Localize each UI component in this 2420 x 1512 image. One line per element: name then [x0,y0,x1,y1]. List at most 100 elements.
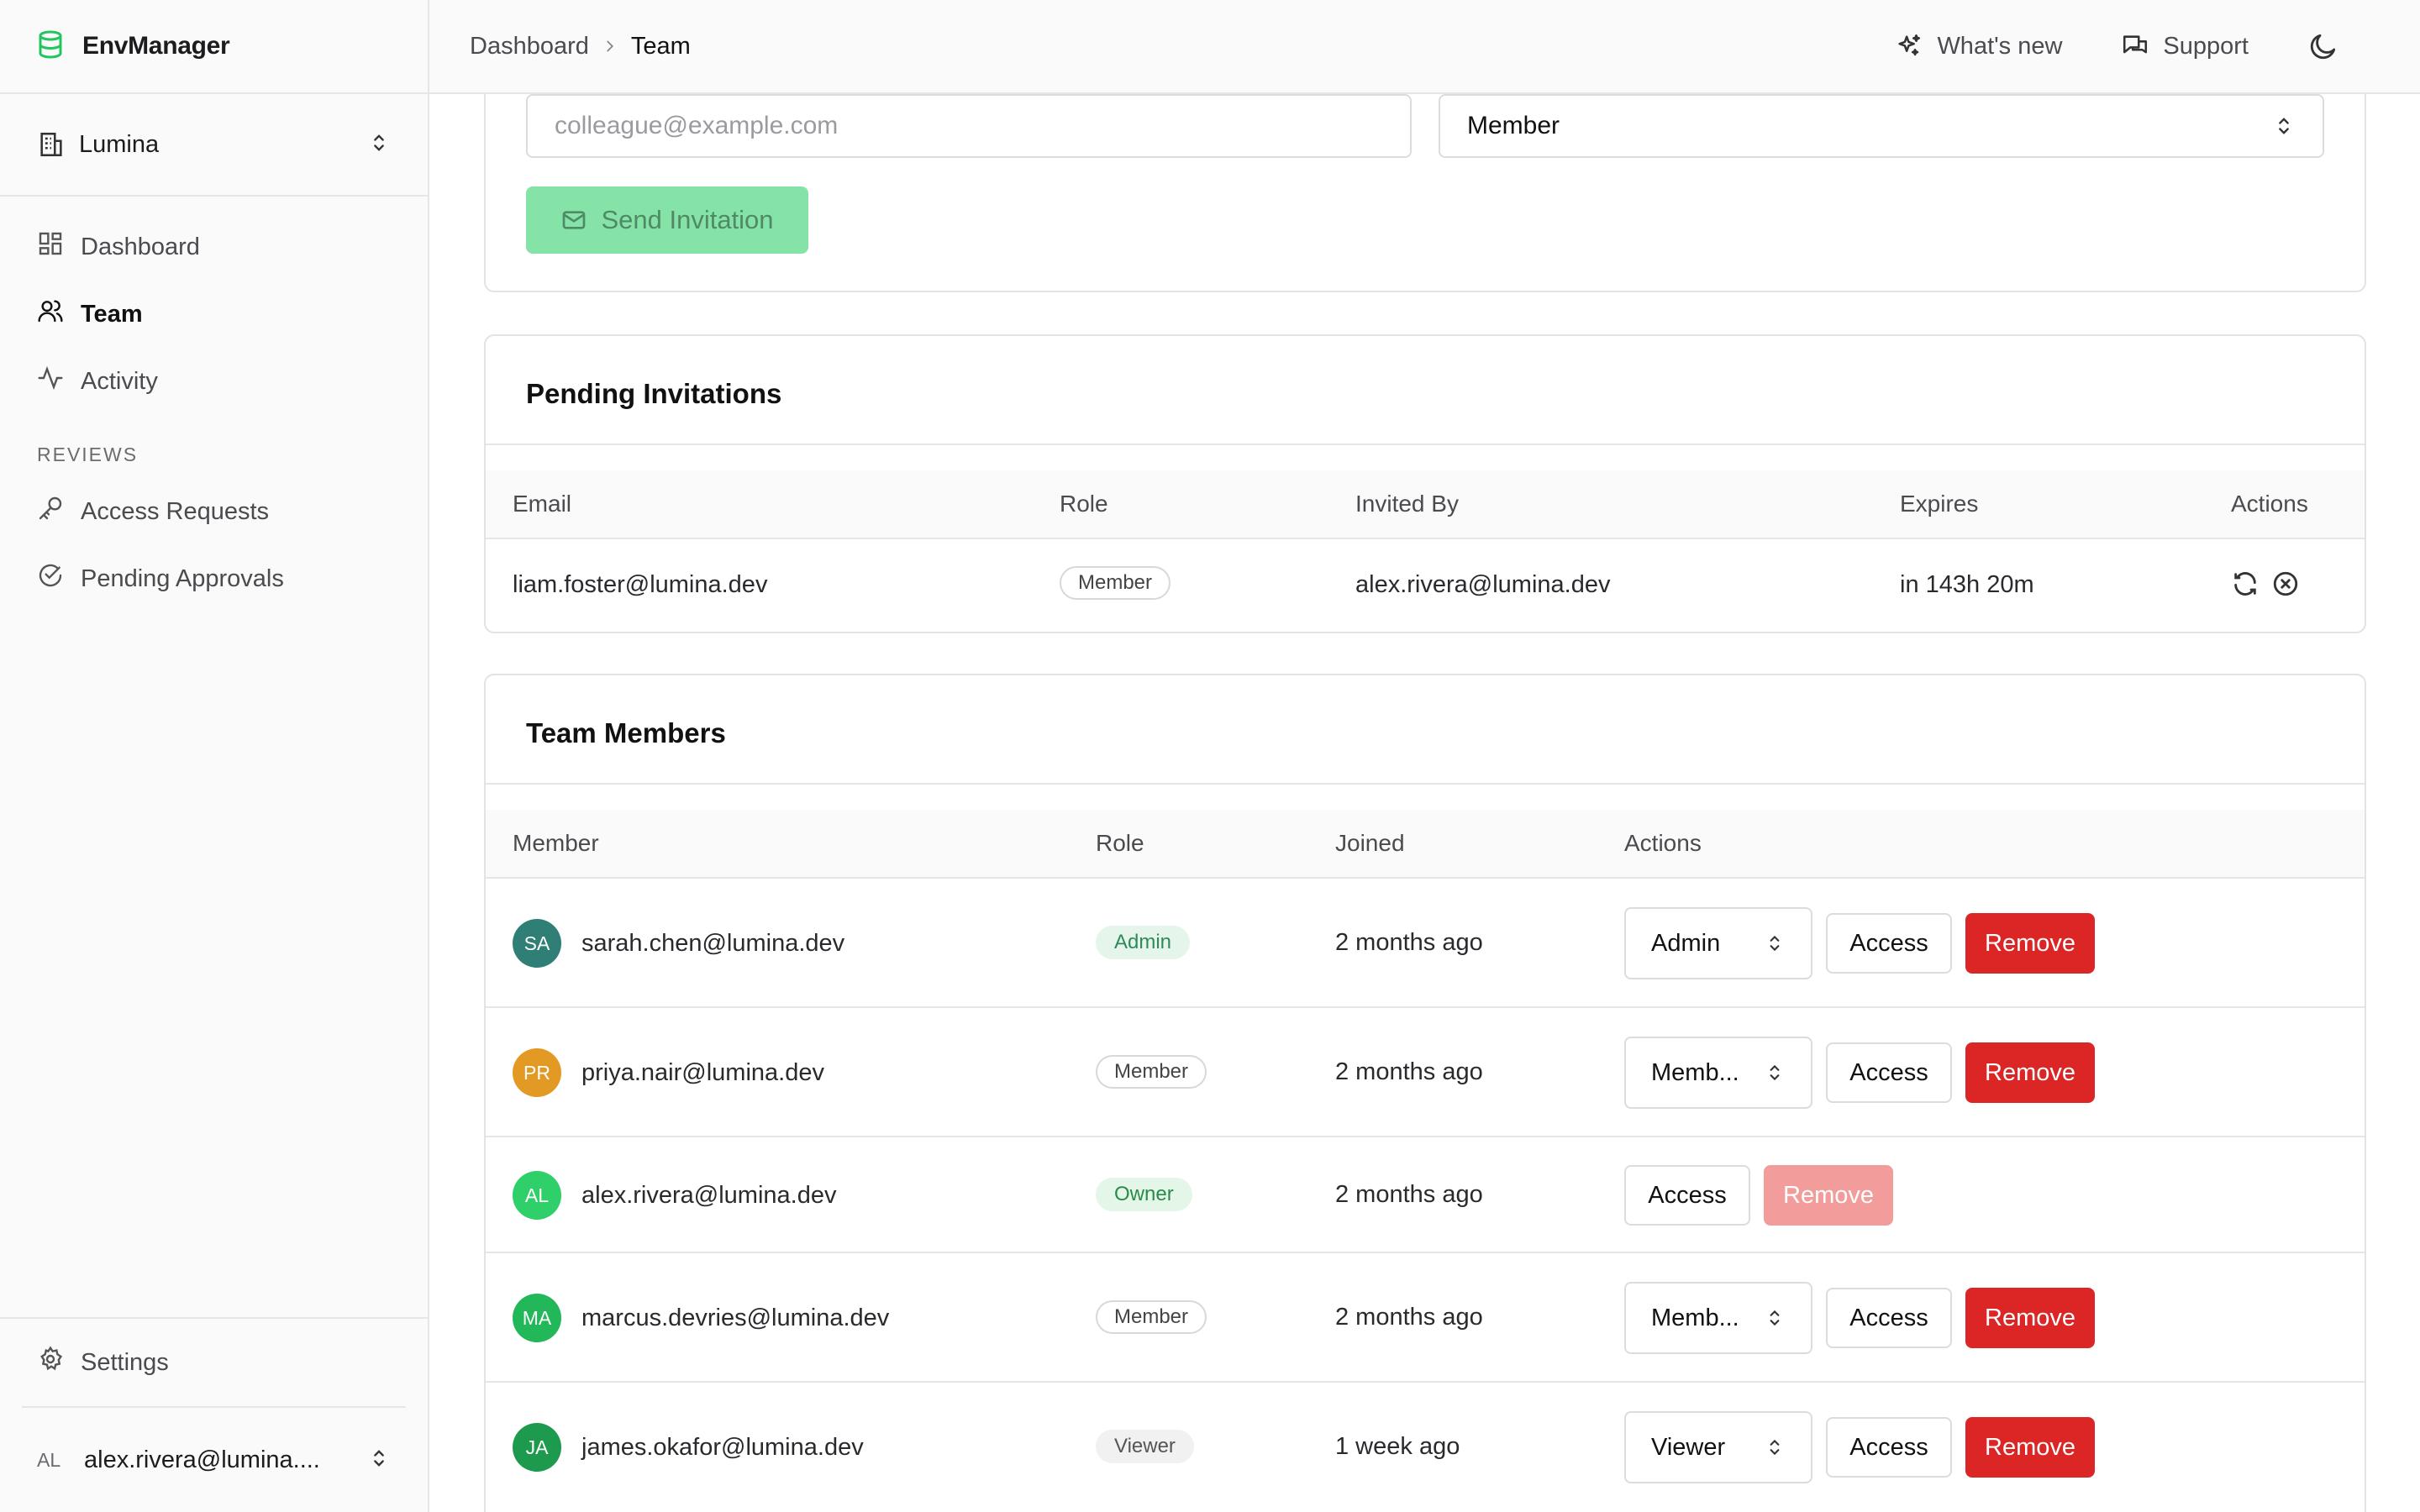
row-actions: Access Remove [1624,1165,1893,1226]
team-members-title: Team Members [526,717,726,748]
support-label: Support [2163,32,2249,60]
role-badge: Viewer [1096,1430,1194,1463]
invite-role-value: Member [1467,112,1560,139]
chat-icon [2121,32,2163,60]
remove-button[interactable]: Remove [1965,1417,2095,1478]
role-select[interactable]: Viewer [1624,1411,1812,1483]
pending-invitations-title: Pending Invitations [526,378,782,409]
sidebar-footer: Settings AL alex.rivera@lumina.... [0,1317,428,1512]
sidebar-item-settings[interactable]: Settings [22,1319,406,1408]
sidebar-item-team[interactable]: Team [0,281,428,348]
table-row: AL alex.rivera@lumina.dev Owner 2 months… [486,1137,2365,1253]
role-badge-label: Admin [1096,926,1191,959]
check-circle-icon [37,562,81,596]
avatar: PR [513,1048,561,1097]
gear-icon [37,1346,81,1379]
table-row: JA james.okafor@lumina.dev Viewer 1 week… [486,1383,2365,1512]
access-button[interactable]: Access [1826,1288,1952,1348]
org-name: Lumina [79,130,160,158]
invite-email-input[interactable]: colleague@example.com [526,94,1412,158]
role-badge: Member [1060,566,1171,600]
remove-button[interactable]: Remove [1965,913,2095,974]
role-select-value: Admin [1651,929,1721,957]
member-cell: SA sarah.chen@lumina.dev [513,919,844,968]
sidebar: EnvManager Lumina Dashboard Team Activit [0,0,429,1512]
org-switcher[interactable]: Lumina [0,94,428,197]
sidebar-item-dashboard[interactable]: Dashboard [0,213,428,281]
user-initials: AL [37,1448,61,1471]
role-select[interactable]: Memb... [1624,1037,1812,1109]
role-select[interactable]: Admin [1624,907,1812,979]
expires: in 143h 20m [1900,571,2034,598]
remove-button[interactable]: Remove [1965,1042,2095,1103]
joined: 2 months ago [1335,929,1483,956]
joined: 2 months ago [1335,1181,1483,1208]
sidebar-item-activity[interactable]: Activity [0,348,428,415]
member-cell: PR priya.nair@lumina.dev [513,1048,824,1097]
support-link[interactable]: Support [2121,32,2249,60]
sidebar-item-pending-approvals[interactable]: Pending Approvals [0,545,428,612]
chevron-updown-icon [1764,1062,1786,1084]
resend-icon[interactable] [2231,570,2271,598]
user-menu[interactable]: AL alex.rivera@lumina.... [0,1408,428,1512]
activity-icon [37,365,81,398]
team-members-card: Team Members Member Role Joined Actions … [484,674,2366,1512]
role-badge-label: Owner [1096,1178,1192,1211]
members-table-header: Member Role Joined Actions [486,810,2365,879]
column-header: Expires [1900,491,1979,517]
role-badge-label: Member [1060,566,1171,600]
column-header: Email [513,491,572,517]
breadcrumb-dashboard[interactable]: Dashboard [470,33,589,60]
joined: 1 week ago [1335,1433,1460,1460]
access-button[interactable]: Access [1624,1165,1750,1226]
column-header: Actions [2231,491,2308,517]
member-email: alex.rivera@lumina.dev [581,1181,837,1209]
member-cell: MA marcus.devries@lumina.dev [513,1294,889,1342]
row-actions: Viewer Access Remove [1624,1411,2095,1483]
role-select[interactable]: Memb... [1624,1282,1812,1354]
top-bar: Dashboard Team What's new Support [429,0,2420,94]
avatar: MA [513,1294,561,1342]
access-button[interactable]: Access [1826,1042,1952,1103]
member-email: sarah.chen@lumina.dev [581,929,845,957]
brand[interactable]: EnvManager [0,0,428,94]
access-button[interactable]: Access [1826,913,1952,974]
users-icon [37,297,81,331]
sidebar-item-label: Dashboard [81,233,200,260]
role-badge: Member [1096,1300,1207,1334]
breadcrumb-current: Team [630,32,691,60]
send-invitation-button[interactable]: Send Invitation [526,186,808,254]
chevron-updown-icon [2272,114,2296,138]
access-button[interactable]: Access [1826,1417,1952,1478]
invited-by: alex.rivera@lumina.dev [1355,571,1611,598]
nav-section-reviews: REVIEWS [37,444,139,465]
sidebar-item-access-requests[interactable]: Access Requests [0,478,428,545]
moon-icon[interactable] [2307,30,2420,62]
mail-icon [560,207,601,234]
main-area: colleague@example.com Member Send Invita… [429,0,2420,1512]
sidebar-item-label: Team [81,300,143,328]
joined: 2 months ago [1335,1304,1483,1331]
chevron-updown-icon [367,1446,391,1474]
member-cell: AL alex.rivera@lumina.dev [513,1171,836,1220]
member-cell: JA james.okafor@lumina.dev [513,1423,864,1472]
remove-button[interactable]: Remove [1965,1288,2095,1348]
sidebar-nav: Dashboard Team Activity REVIEWS Access R… [0,197,428,612]
member-email: priya.nair@lumina.dev [581,1058,824,1086]
dashboard-icon [37,230,81,264]
card-header: Team Members [486,675,2365,785]
table-row: MA marcus.devries@lumina.dev Member 2 mo… [486,1253,2365,1383]
whats-new-link[interactable]: What's new [1895,32,2062,60]
avatar: AL [513,1171,561,1220]
chevron-right-icon [589,37,631,55]
breadcrumb: Dashboard Team [470,33,691,60]
user-email: alex.rivera@lumina.... [84,1446,320,1473]
role-badge: Member [1096,1055,1207,1089]
revoke-icon[interactable] [2271,570,2312,598]
invite-email: liam.foster@lumina.dev [513,571,768,598]
pending-invitations-card: Pending Invitations Email Role Invited B… [484,334,2366,633]
building-icon [37,130,66,159]
role-badge-label: Member [1096,1300,1207,1334]
column-header: Role [1060,491,1108,517]
invite-role-select[interactable]: Member [1439,94,2324,158]
